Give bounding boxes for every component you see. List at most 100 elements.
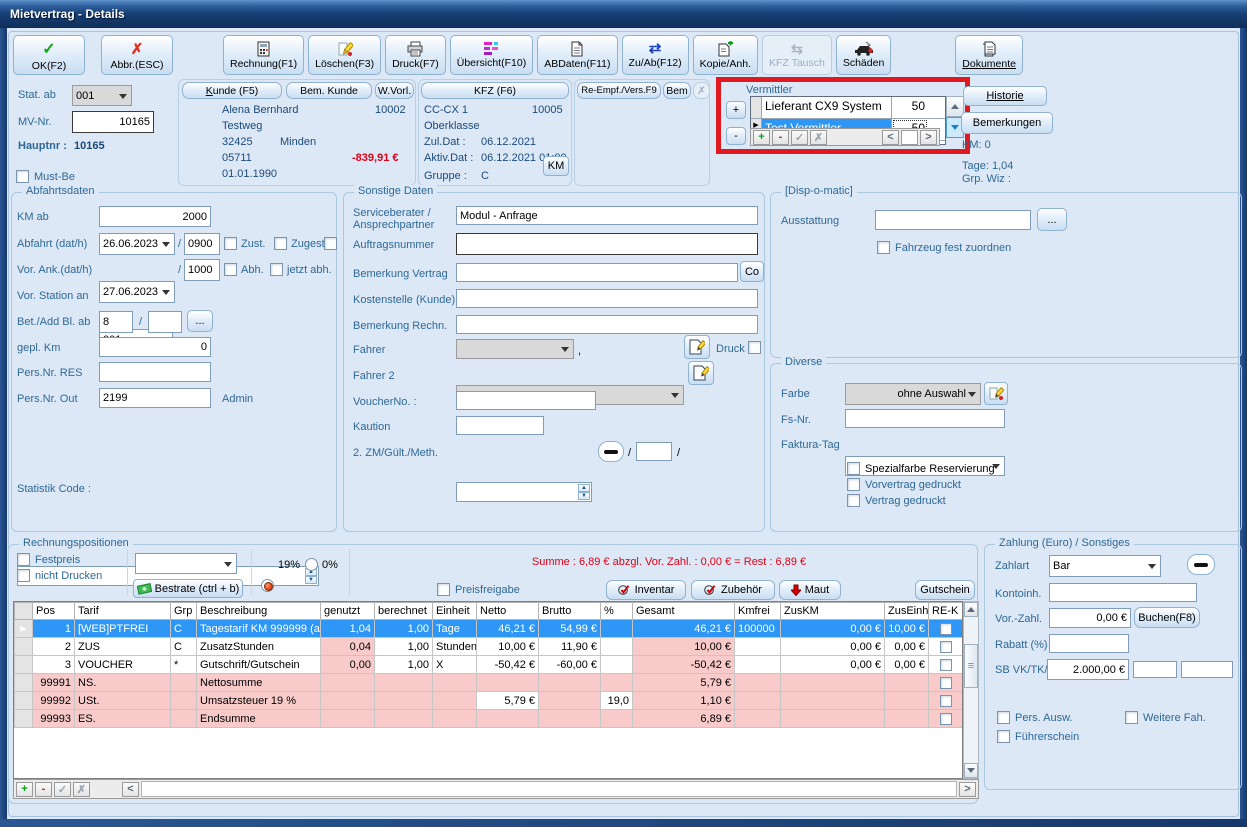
cell-netto[interactable]: 5,79 € [477, 692, 539, 710]
cell-kmfrei[interactable] [735, 674, 781, 692]
table-row[interactable]: 2ZUSCZusatzStunden0,041,00Stunden10,00 €… [15, 638, 963, 656]
column-header-netto[interactable]: Netto [477, 603, 539, 620]
cell-sel[interactable]: ▶ [15, 620, 33, 638]
cell-grp[interactable] [171, 710, 197, 728]
buchen-button[interactable]: Buchen(F8) [1134, 607, 1200, 628]
re-k-checkbox[interactable] [940, 695, 952, 707]
column-header-prozent[interactable]: % [601, 603, 633, 620]
cell-beschreibung[interactable]: Umsatzsteuer 19 % [197, 692, 321, 710]
column-header-gesamt[interactable]: Gesamt [633, 603, 735, 620]
vorzahl-input[interactable] [1049, 608, 1131, 628]
vorank-date-select[interactable]: 27.06.2023 [99, 281, 175, 303]
cell-pos[interactable]: 1 [33, 620, 75, 638]
cell-zuseinh[interactable] [885, 710, 929, 728]
cell-pos[interactable]: 99991 [33, 674, 75, 692]
nicht-drucken-checkbox[interactable] [17, 569, 30, 582]
cell-berechnet[interactable]: 1,00 [375, 638, 433, 656]
cell-grp[interactable] [171, 674, 197, 692]
cell-zuseinh[interactable]: 0,00 € [885, 656, 929, 674]
damage-button[interactable]: Schäden [836, 35, 891, 75]
farbe-edit-button[interactable] [984, 382, 1008, 405]
cell-grp[interactable]: * [171, 656, 197, 674]
re-k-checkbox[interactable] [940, 659, 952, 671]
fsnr-input[interactable] [845, 409, 1005, 428]
zubehoer-button[interactable]: Zubehör [691, 580, 775, 600]
copy-attach-button[interactable]: Kopie/Anh. [693, 35, 758, 75]
cell-zuskm[interactable]: 0,00 € [781, 620, 885, 638]
cell-brutto[interactable] [539, 692, 601, 710]
zust-checkbox[interactable] [224, 237, 237, 250]
mv-nr-input[interactable] [72, 111, 154, 133]
column-header-zuseinh[interactable]: ZusEinh [885, 603, 929, 620]
cell-kmfrei[interactable] [735, 710, 781, 728]
cell-netto[interactable]: 46,21 € [477, 620, 539, 638]
kaution-input[interactable] [456, 416, 544, 435]
column-header-sel[interactable] [15, 603, 33, 620]
service-input[interactable] [456, 206, 758, 225]
cell-einheit[interactable] [433, 692, 477, 710]
cell-sel[interactable] [15, 656, 33, 674]
bestrate-button[interactable]: Bestrate (ctrl + b) [133, 579, 243, 598]
cell-beschreibung[interactable]: ZusatzStunden [197, 638, 321, 656]
inventar-button[interactable]: Inventar [606, 580, 686, 600]
re-k-checkbox[interactable] [940, 677, 952, 689]
vat19-radio[interactable] [261, 579, 274, 592]
ausstattung-ellipsis-button[interactable]: ... [1037, 208, 1067, 231]
cell-sel[interactable] [15, 674, 33, 692]
stat-ab-select[interactable]: 001 [72, 85, 132, 106]
documents-button[interactable]: Dokumente [955, 35, 1023, 75]
sb-vk-input[interactable] [1047, 659, 1129, 680]
cell-kmfrei[interactable] [735, 692, 781, 710]
bem-vertrag-input[interactable] [456, 263, 738, 282]
table-row[interactable]: 99991NS.Nettosumme5,79 € [15, 674, 963, 692]
cell-rek[interactable] [929, 620, 963, 638]
fuehrerschein-checkbox[interactable] [997, 730, 1010, 743]
cell-rek[interactable] [929, 710, 963, 728]
cell-tarif[interactable]: ES. [75, 710, 171, 728]
cell-prozent[interactable] [601, 620, 633, 638]
cell-kmfrei[interactable] [735, 638, 781, 656]
spezialfarbe-checkbox[interactable] [847, 462, 860, 475]
cell-genutzt[interactable]: 1,04 [321, 620, 375, 638]
cell-zuseinh[interactable] [885, 674, 929, 692]
cell-tarif[interactable]: USt. [75, 692, 171, 710]
column-header-einheit[interactable]: Einheit [433, 603, 477, 620]
vat0-radio[interactable] [305, 558, 318, 571]
scroll-down-button[interactable] [964, 763, 978, 778]
co-button[interactable]: Co [740, 261, 764, 282]
zuab-button[interactable]: ⇄ Zu/Ab(F12) [622, 35, 689, 75]
sb-extra-input[interactable] [1181, 661, 1233, 678]
cell-genutzt[interactable] [321, 674, 375, 692]
gutschein-button[interactable]: Gutschein [915, 580, 975, 600]
cell-einheit[interactable]: Tage [433, 620, 477, 638]
cell-berechnet[interactable] [375, 692, 433, 710]
jetzt-abh-checkbox[interactable] [270, 263, 283, 276]
cell-sel[interactable] [15, 710, 33, 728]
table-row[interactable]: 3VOUCHER*Gutschrift/Gutschein0,001,00X-5… [15, 656, 963, 674]
abfahrt-time-input[interactable] [184, 233, 220, 255]
cell-brutto[interactable]: -60,00 € [539, 656, 601, 674]
cell-gesamt[interactable]: 6,89 € [633, 710, 735, 728]
cell-prozent[interactable]: 19,0 [601, 692, 633, 710]
cell-tarif[interactable]: VOUCHER [75, 656, 171, 674]
zm-dash-button[interactable] [598, 441, 624, 462]
kostenstelle-input[interactable] [456, 289, 758, 308]
add-position-button[interactable]: + [16, 782, 33, 797]
cell-gesamt[interactable]: 46,21 € [633, 620, 735, 638]
cell-rek[interactable] [929, 674, 963, 692]
abort-button[interactable]: ✗ Abbr.(ESC) [101, 35, 173, 75]
cell-prozent[interactable] [601, 656, 633, 674]
hscroll-left-button[interactable]: < [122, 782, 139, 797]
column-header-kmfrei[interactable]: Kmfrei [735, 603, 781, 620]
fahrer-edit-button[interactable] [684, 335, 710, 359]
spinner-buttons[interactable]: ▲▼ [578, 484, 590, 500]
cell-sel[interactable] [15, 638, 33, 656]
abdata-button[interactable]: ABDaten(F11) [537, 35, 617, 75]
table-row[interactable]: ▶1[WEB]PTFREICTagestarif KM 999999 (all1… [15, 620, 963, 638]
cell-zuskm[interactable]: 0,00 € [781, 656, 885, 674]
persnr-res-input[interactable] [99, 362, 211, 382]
column-header-berechnet[interactable]: berechnet [375, 603, 433, 620]
cell-rek[interactable] [929, 692, 963, 710]
wvorl-button[interactable]: W.Vorl. [375, 82, 414, 99]
preisfreigabe-checkbox[interactable] [437, 583, 450, 596]
